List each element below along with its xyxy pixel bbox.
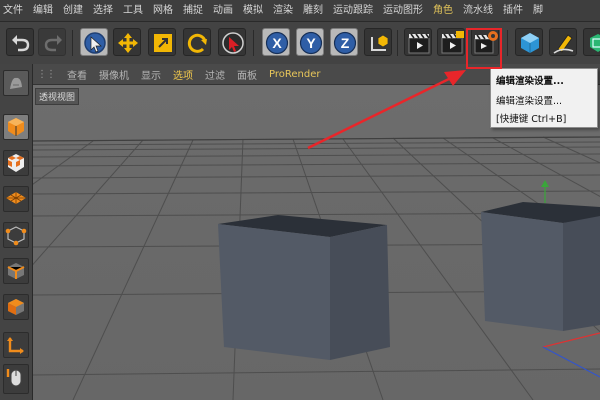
main-toolbar: X Y Z: [0, 22, 600, 65]
subdivision-button[interactable]: [583, 28, 600, 56]
cube-object-right: [481, 202, 600, 331]
points-mode-icon: [5, 226, 27, 246]
annotation-highlight-box: [466, 28, 502, 69]
menu-mograph[interactable]: 运动图形: [380, 0, 430, 21]
viewport-menu-display[interactable]: 显示: [135, 67, 167, 82]
pen-button[interactable]: [549, 28, 577, 56]
workplane-button[interactable]: [3, 186, 29, 212]
recent-tool-icon: [222, 32, 244, 54]
polygons-mode-icon: [8, 299, 24, 315]
tweak-mode-button[interactable]: [3, 364, 29, 394]
menu-tools[interactable]: 工具: [120, 0, 150, 21]
undo-icon: [12, 35, 30, 52]
redo-icon: [44, 35, 62, 52]
pen-icon: [553, 34, 574, 54]
coordinate-system-button[interactable]: [364, 28, 392, 56]
viewport-drag-handle-icon[interactable]: ⋮⋮: [33, 69, 61, 80]
svg-text:Y: Y: [306, 35, 316, 51]
menu-plugins[interactable]: 插件: [500, 0, 530, 21]
dropdown-item-edit-render-settings-2[interactable]: 编辑渲染设置...: [496, 93, 562, 107]
texture-mode-icon: [8, 154, 24, 172]
workplane-icon: [6, 192, 26, 204]
dropdown-shortcut-hint: [快捷键 Ctrl+B]: [496, 114, 567, 125]
render-view-icon: [408, 33, 430, 54]
menu-script[interactable]: 脚: [530, 0, 550, 21]
edges-mode-icon: [7, 263, 25, 279]
polygons-mode-button[interactable]: [3, 294, 29, 320]
redo-button[interactable]: [38, 28, 66, 56]
menu-select[interactable]: 选择: [90, 0, 120, 21]
object-mode-button[interactable]: [3, 114, 29, 140]
axis-mode-button[interactable]: [3, 332, 29, 358]
viewport-menu-view[interactable]: 查看: [61, 67, 93, 82]
cube-object-left: [218, 215, 390, 360]
render-to-picture-viewer-icon: [441, 31, 464, 54]
points-mode-button[interactable]: [3, 222, 29, 248]
y-axis-icon: Y: [299, 31, 323, 55]
menu-file[interactable]: 文件: [0, 0, 30, 21]
viewport-menu-prorender[interactable]: ProRender: [263, 69, 326, 80]
coordinate-system-icon: [371, 34, 389, 51]
cube-button[interactable]: [515, 28, 543, 56]
menu-sculpt[interactable]: 雕刻: [300, 0, 330, 21]
scale-icon: [154, 34, 172, 52]
viewport-label: 透视视图: [35, 88, 80, 105]
menu-motion-tracking[interactable]: 运动跟踪: [330, 0, 380, 21]
menu-render[interactable]: 渲染: [270, 0, 300, 21]
tweak-mode-icon: [6, 369, 22, 387]
menu-animate[interactable]: 动画: [210, 0, 240, 21]
move-icon: [118, 33, 138, 53]
svg-text:X: X: [272, 35, 282, 51]
rotate-icon: [187, 33, 207, 53]
menu-mesh[interactable]: 网格: [150, 0, 180, 21]
cube-icon: [521, 33, 539, 53]
live-selection-icon: [84, 32, 106, 54]
live-selection-button[interactable]: [80, 28, 108, 56]
scale-button[interactable]: [148, 28, 176, 56]
move-button[interactable]: [113, 28, 141, 56]
viewport-menu-panel[interactable]: 面板: [231, 67, 263, 82]
recent-tool-button[interactable]: [218, 28, 246, 56]
viewport-menu-filter[interactable]: 过滤: [199, 67, 231, 82]
rotate-button[interactable]: [183, 28, 211, 56]
subdivision-icon: [590, 34, 600, 52]
undo-button[interactable]: [6, 28, 34, 56]
viewport-scene: [33, 136, 600, 400]
menu-pipeline[interactable]: 流水线: [460, 0, 500, 21]
x-axis-button[interactable]: X: [262, 28, 290, 56]
texture-mode-button[interactable]: [3, 150, 29, 176]
x-axis-icon: X: [265, 31, 289, 55]
model-mode-button[interactable]: [3, 70, 29, 96]
menu-simulate[interactable]: 模拟: [240, 0, 270, 21]
perspective-viewport[interactable]: 透视视图: [33, 85, 600, 400]
menu-create[interactable]: 创建: [60, 0, 90, 21]
render-view-button[interactable]: [404, 28, 432, 56]
z-axis-icon: Z: [333, 31, 357, 55]
object-mode-icon: [8, 118, 24, 136]
menu-bar: 文件 编辑 创建 选择 工具 网格 捕捉 动画 模拟 渲染 雕刻 运动跟踪 运动…: [0, 0, 600, 22]
menu-snap[interactable]: 捕捉: [180, 0, 210, 21]
svg-text:Z: Z: [341, 35, 350, 51]
y-axis-button[interactable]: Y: [296, 28, 324, 56]
mode-sidebar: [0, 64, 33, 400]
z-axis-button[interactable]: Z: [330, 28, 358, 56]
dropdown-item-edit-render-settings[interactable]: 编辑渲染设置...: [496, 73, 564, 87]
menu-character[interactable]: 角色: [430, 0, 460, 21]
viewport-menu-options[interactable]: 选项: [167, 67, 199, 82]
render-settings-dropdown: 编辑渲染设置... 编辑渲染设置... [快捷键 Ctrl+B]: [490, 68, 598, 128]
viewport-menu-cameras[interactable]: 摄像机: [93, 67, 135, 82]
render-to-picture-viewer-button[interactable]: [437, 28, 465, 56]
menu-edit[interactable]: 编辑: [30, 0, 60, 21]
axis-mode-icon: [7, 337, 24, 354]
edges-mode-button[interactable]: [3, 258, 29, 284]
model-mode-icon: [10, 77, 22, 89]
